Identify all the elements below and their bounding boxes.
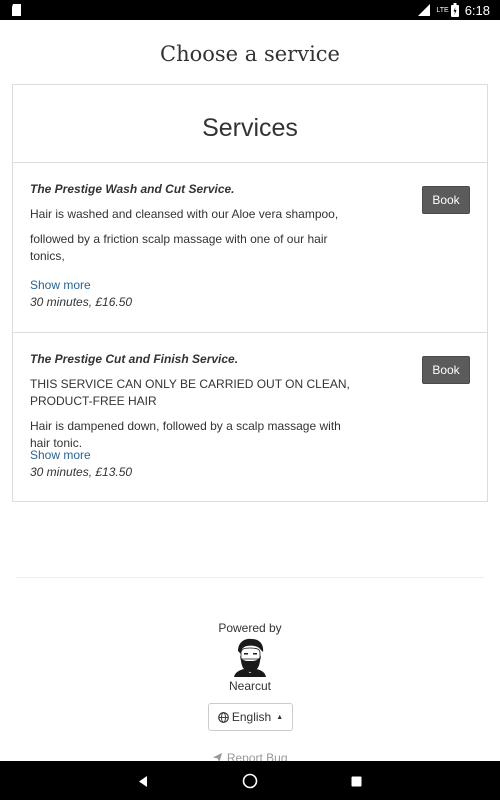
home-button[interactable] xyxy=(240,771,260,791)
signal-icon xyxy=(418,4,431,16)
brand-name: Nearcut xyxy=(228,679,272,693)
battery-icon xyxy=(450,3,459,17)
book-button[interactable]: Book xyxy=(422,356,470,384)
service-duration-price: 30 minutes, £16.50 xyxy=(30,295,133,309)
page-title: Choose a service xyxy=(160,42,340,66)
network-label: LTE xyxy=(436,6,449,14)
sd-card-icon xyxy=(12,4,21,16)
globe-icon xyxy=(218,711,229,723)
service-title: The Prestige Wash and Cut Service. xyxy=(30,182,235,196)
recents-button[interactable] xyxy=(346,771,366,791)
services-card-header: Services xyxy=(13,85,487,163)
show-more-link[interactable]: Show more xyxy=(30,448,91,462)
show-more-link[interactable]: Show more xyxy=(30,278,91,292)
barber-logo-icon xyxy=(234,638,266,677)
service-description: THIS SERVICE CAN ONLY BE CARRIED OUT ON … xyxy=(30,376,360,454)
service-item: The Prestige Wash and Cut Service. Hair … xyxy=(13,163,487,333)
clock: 6:18 xyxy=(464,2,490,18)
service-title: The Prestige Cut and Finish Service. xyxy=(30,352,239,366)
service-description-line: THIS SERVICE CAN ONLY BE CARRIED OUT ON … xyxy=(30,377,350,408)
powered-by-label: Powered by xyxy=(218,621,282,635)
service-description-line: followed by a friction scalp massage wit… xyxy=(30,232,328,263)
back-button[interactable] xyxy=(133,771,153,791)
recents-square-icon xyxy=(351,776,361,786)
service-item: The Prestige Cut and Finish Service. THI… xyxy=(13,333,487,503)
services-heading: Services xyxy=(202,114,298,142)
footer-divider xyxy=(16,577,484,578)
language-selector[interactable]: English ▲ xyxy=(208,703,293,731)
caret-up-icon: ▲ xyxy=(276,713,284,721)
service-duration-price: 30 minutes, £13.50 xyxy=(30,465,133,479)
home-circle-icon xyxy=(242,773,258,789)
status-bar-right: LTE 6:18 xyxy=(418,2,490,18)
book-button[interactable]: Book xyxy=(422,186,470,214)
status-bar: LTE 6:18 xyxy=(0,0,500,20)
navigation-bar xyxy=(0,761,500,800)
back-triangle-icon xyxy=(139,775,147,787)
service-description-line: Hair is washed and cleansed with our Alo… xyxy=(30,207,339,221)
service-description-line: Hair is dampened down, followed by a sca… xyxy=(30,419,341,450)
services-card: Services The Prestige Wash and Cut Servi… xyxy=(12,84,488,502)
language-label: English xyxy=(231,710,272,724)
